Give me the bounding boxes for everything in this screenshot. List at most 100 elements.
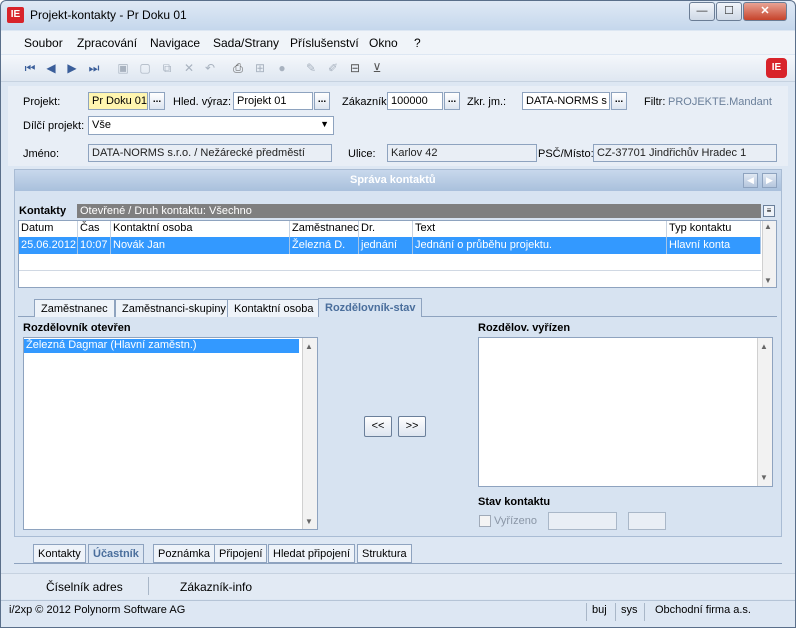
- panel-title: Správa kontaktů: [350, 174, 436, 186]
- scroll-down-icon[interactable]: ▼: [764, 276, 772, 285]
- export-icon[interactable]: ⊟: [347, 60, 363, 76]
- psc-field: CZ-37701 Jindřichův Hradec 1: [593, 144, 777, 162]
- tab-ucastnik[interactable]: Účastník: [88, 544, 144, 563]
- vyrizeno-checkbox[interactable]: [479, 515, 491, 527]
- tab-poznamka[interactable]: Poznámka: [153, 544, 215, 563]
- col-text[interactable]: Text: [413, 221, 667, 237]
- col-cas[interactable]: Čas: [78, 221, 111, 237]
- zkr-field[interactable]: DATA-NORMS s: [522, 92, 610, 110]
- window-title: Projekt-kontakty - Pr Doku 01: [30, 8, 187, 22]
- tree-icon[interactable]: ⊞: [252, 60, 268, 76]
- tab-zamestnanci-skupiny[interactable]: Zaměstnanci-skupiny: [115, 299, 233, 317]
- maximize-button[interactable]: ☐: [716, 2, 742, 21]
- cell-zamestnanec: Železná D.: [290, 237, 359, 254]
- print-icon[interactable]: ⎙: [230, 60, 246, 76]
- close-button[interactable]: ✕: [743, 2, 787, 21]
- col-typ-kontaktu[interactable]: Typ kontaktu: [667, 221, 761, 237]
- highlight-icon[interactable]: ✐: [325, 60, 341, 76]
- cell-dr: jednání: [359, 237, 413, 254]
- open-list-scrollbar[interactable]: [302, 338, 317, 529]
- dilci-label: Dílčí projekt:: [23, 120, 85, 132]
- vyrizeno-date-field: [548, 512, 617, 530]
- cell-typ: Hlavní konta: [667, 237, 761, 254]
- projekt-field[interactable]: Pr Doku 01: [88, 92, 148, 110]
- copy-icon[interactable]: ⧉: [159, 60, 175, 76]
- hled-field[interactable]: Projekt 01: [233, 92, 313, 110]
- rozdel-done-title: Rozdělov. vyřízen: [478, 322, 571, 334]
- footer-separator: [148, 577, 149, 595]
- zakaznik-field[interactable]: 100000: [387, 92, 443, 110]
- next-record-icon[interactable]: ▶: [64, 60, 80, 76]
- rozdel-open-title: Rozdělovník otevřen: [23, 322, 131, 334]
- cell-datum: 25.06.2012: [19, 237, 78, 254]
- hled-lookup-button[interactable]: ...: [314, 92, 330, 110]
- psc-label: PSČ/Místo:: [538, 148, 594, 160]
- tab-pripojeni[interactable]: Připojení: [214, 544, 268, 563]
- zkr-lookup-button[interactable]: ...: [611, 92, 627, 110]
- col-datum[interactable]: Datum: [19, 221, 78, 237]
- rozdel-open-list[interactable]: [23, 337, 318, 530]
- move-right-button[interactable]: >>: [398, 416, 426, 437]
- tab-kontakty[interactable]: Kontakty: [33, 544, 86, 563]
- filter-icon[interactable]: ⊻: [369, 60, 385, 76]
- save-icon[interactable]: ▣: [115, 60, 131, 76]
- tab-rozdelovnik-stav[interactable]: Rozdělovník-stav: [318, 298, 423, 317]
- menu-prislusenstvi[interactable]: Příslušenství: [290, 36, 359, 50]
- zakaznik-lookup-button[interactable]: ...: [444, 92, 460, 110]
- ciselnik-adres-button[interactable]: Číselník adres: [46, 580, 123, 594]
- list-item[interactable]: Železná Dagmar (Hlavní zaměstn.): [24, 339, 299, 353]
- col-dr[interactable]: Dr.: [359, 221, 413, 237]
- stop-icon[interactable]: ●: [274, 60, 290, 76]
- col-kontaktni-osoba[interactable]: Kontaktní osoba: [111, 221, 290, 237]
- filtr-label: Filtr:: [644, 96, 666, 108]
- menu-okno[interactable]: Okno: [369, 36, 398, 50]
- menu-help[interactable]: ?: [414, 36, 421, 50]
- scroll-up-icon[interactable]: ▲: [305, 342, 313, 351]
- filtr-value: PROJEKTE.Mandant: [668, 96, 772, 108]
- grid-settings-icon[interactable]: ≡: [763, 205, 775, 217]
- chevron-down-icon: ▼: [320, 119, 329, 129]
- panel-next-icon[interactable]: ▶: [762, 173, 777, 188]
- status-separator: [644, 603, 645, 621]
- tab-zamestnanec[interactable]: Zaměstnanec: [34, 299, 115, 317]
- panel-prev-icon[interactable]: ◀: [743, 173, 758, 188]
- new-icon[interactable]: ▢: [137, 60, 153, 76]
- projekt-lookup-button[interactable]: ...: [149, 92, 165, 110]
- brand-logo-icon: IE: [766, 58, 787, 78]
- kontakty-label: Kontakty: [19, 205, 67, 217]
- col-zamestnanec[interactable]: Zaměstnanec: [290, 221, 359, 237]
- cell-text: Jednání o průběhu projektu.: [413, 237, 667, 254]
- menu-navigace[interactable]: Navigace: [150, 36, 200, 50]
- move-left-button[interactable]: <<: [364, 416, 392, 437]
- undo-icon[interactable]: ↶: [202, 60, 218, 76]
- menu-soubor[interactable]: Soubor: [24, 36, 63, 50]
- row-divider: [19, 270, 761, 271]
- last-record-icon[interactable]: ⏭: [86, 60, 102, 76]
- delete-icon[interactable]: ✕: [181, 60, 197, 76]
- minimize-button[interactable]: —: [689, 2, 715, 21]
- cell-cas: 10:07: [78, 237, 111, 254]
- rozdel-done-list[interactable]: [478, 337, 773, 487]
- edit-icon[interactable]: ✎: [303, 60, 319, 76]
- dilci-select[interactable]: Vše ▼: [88, 116, 334, 135]
- ulice-field: Karlov 42: [387, 144, 537, 162]
- tab-hledat-pripojeni[interactable]: Hledat připojení: [268, 544, 356, 563]
- dilci-selected-value: Vše: [92, 119, 111, 131]
- scroll-down-icon[interactable]: ▼: [305, 517, 313, 526]
- scroll-up-icon[interactable]: ▲: [760, 342, 768, 351]
- status-user: buj: [592, 604, 607, 616]
- zakaznik-info-button[interactable]: Zákazník-info: [180, 580, 252, 594]
- menu-sada-strany[interactable]: Sada/Strany: [213, 36, 279, 50]
- tab-struktura[interactable]: Struktura: [357, 544, 412, 563]
- menu-zpracovani[interactable]: Zpracování: [77, 36, 137, 50]
- scroll-down-icon[interactable]: ▼: [760, 473, 768, 482]
- first-record-icon[interactable]: ⏮: [22, 60, 38, 76]
- status-firm: Obchodní firma a.s.: [655, 604, 751, 616]
- copyright-text: i/2xp © 2012 Polynorm Software AG: [9, 604, 186, 616]
- app-logo-icon: IE: [7, 7, 24, 23]
- tab-kontaktni-osoba[interactable]: Kontaktní osoba: [227, 299, 321, 317]
- done-list-scrollbar[interactable]: [757, 338, 772, 486]
- prev-record-icon[interactable]: ◀: [43, 60, 59, 76]
- scroll-up-icon[interactable]: ▲: [764, 222, 772, 231]
- zakaznik-label: Zákazník: [342, 96, 387, 108]
